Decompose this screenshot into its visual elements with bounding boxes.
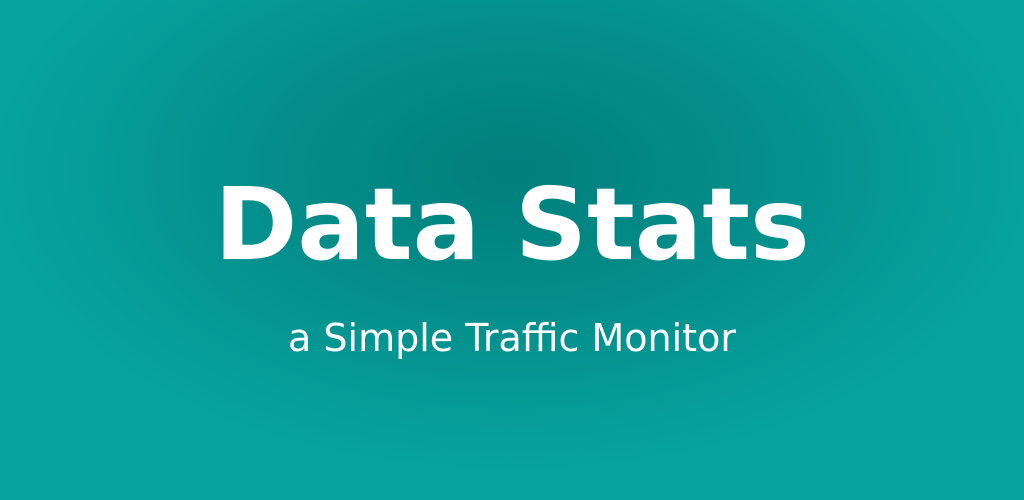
app-title: Data Stats — [214, 166, 810, 283]
feature-banner: Data Stats a Simple Traffic Monitor — [0, 0, 1024, 500]
app-subtitle: a Simple Traffic Monitor — [288, 316, 736, 360]
